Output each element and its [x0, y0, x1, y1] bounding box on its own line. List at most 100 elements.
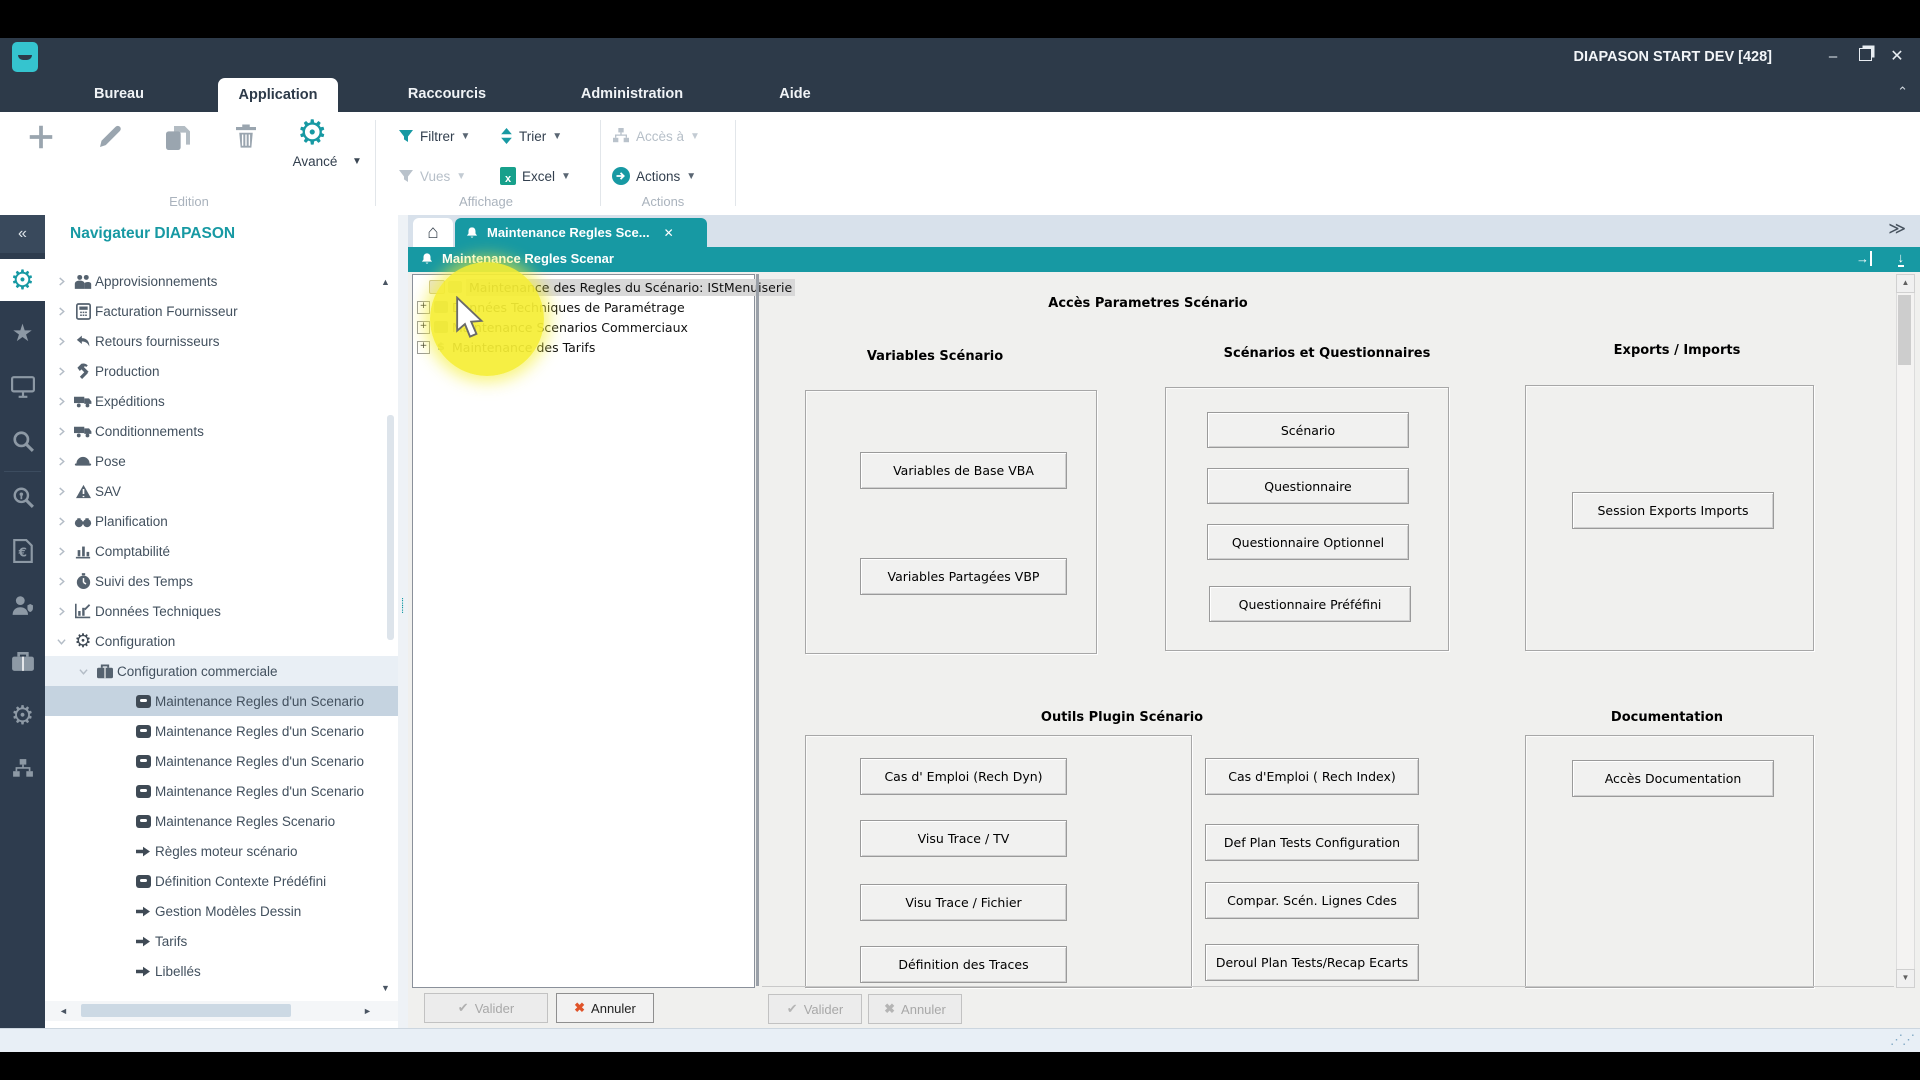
btn-variables-partagees-vbp[interactable]: Variables Partagées VBP — [860, 558, 1067, 595]
nav-item-retours[interactable]: Retours fournisseurs — [45, 326, 398, 356]
rail-briefcase-icon[interactable] — [0, 641, 45, 681]
copy-button[interactable] — [162, 122, 194, 154]
btn-deroul-plan-tests-recap-ecarts[interactable]: Deroul Plan Tests/Recap Ecarts — [1205, 944, 1419, 981]
nav-vertical-scrollbar-thumb[interactable] — [387, 415, 394, 640]
advanced-gear-icon[interactable]: ⚙ — [297, 116, 327, 150]
tab-close-icon[interactable]: ✕ — [664, 226, 674, 240]
scrollbar-thumb[interactable] — [1898, 295, 1911, 365]
rail-favorites-star-icon[interactable]: ★ — [0, 313, 45, 353]
close-button[interactable]: ✕ — [1884, 44, 1910, 70]
nav-item-maintenance-regles-1-selected[interactable]: Maintenance Regles d'un Scenario — [45, 686, 398, 716]
sort-button[interactable]: Trier▼ — [500, 124, 562, 148]
nav-item-planification[interactable]: Planification — [45, 506, 398, 536]
scroll-down-icon[interactable]: ▼ — [1896, 969, 1915, 988]
nav-item-suivi-temps[interactable]: Suivi des Temps — [45, 566, 398, 596]
filter-button[interactable]: Filtrer▼ — [398, 124, 470, 148]
menu-raccourcis[interactable]: Raccourcis — [397, 76, 497, 112]
resize-grip[interactable]: ⋰⋰ — [1890, 1032, 1914, 1048]
menu-bureau[interactable]: Bureau — [69, 76, 169, 112]
active-document-tab[interactable]: Maintenance Regles Sce... ✕ — [455, 218, 707, 247]
expand-icon[interactable]: + — [417, 321, 430, 334]
splitter-handle[interactable]: ⁞⁞ — [401, 600, 404, 614]
nav-item-expeditions[interactable]: Expéditions — [45, 386, 398, 416]
btn-compar-scen-lignes-cdes[interactable]: Compar. Scén. Lignes Cdes — [1205, 882, 1419, 919]
nav-horizontal-scrollbar[interactable]: ◄ ► — [45, 1001, 398, 1021]
btn-variables-base-vba[interactable]: Variables de Base VBA — [860, 452, 1067, 489]
tree-cancel-button[interactable]: ✖ Annuler — [556, 993, 654, 1023]
nav-item-donnees-techniques[interactable]: Données Techniques — [45, 596, 398, 626]
nav-item-comptabilite[interactable]: Comptabilité — [45, 536, 398, 566]
restore-button[interactable] — [1852, 44, 1878, 70]
rail-orgchart-icon[interactable] — [0, 749, 45, 789]
pin-right-icon[interactable]: → — [1856, 251, 1872, 266]
panel-splitter[interactable]: ⁞⁞ — [398, 215, 408, 1028]
tree-validate-button[interactable]: ✔ Valider — [424, 993, 548, 1023]
rail-search-icon[interactable] — [0, 421, 45, 461]
menu-administration[interactable]: Administration — [572, 76, 692, 112]
nav-item-production[interactable]: Production — [45, 356, 398, 386]
delete-button[interactable] — [231, 122, 261, 152]
dialog-validate-button[interactable]: ✔ Valider — [768, 994, 862, 1024]
btn-questionnaire[interactable]: Questionnaire — [1207, 468, 1409, 504]
nav-item-tarifs[interactable]: Tarifs — [45, 926, 398, 956]
nav-item-approvisionnements[interactable]: Approvisionnements — [45, 266, 398, 296]
btn-session-exports-imports[interactable]: Session Exports Imports — [1572, 492, 1774, 529]
collapse-ribbon-icon[interactable]: ⌃ — [1897, 84, 1908, 100]
dock-down-icon[interactable]: ↓ — [1898, 250, 1905, 267]
collapse-nav-icon[interactable]: « — [0, 215, 45, 253]
home-tab[interactable]: ⌂ — [413, 218, 453, 247]
views-button[interactable]: Vues▼ — [398, 164, 466, 188]
btn-cas-emploi-rech-dyn[interactable]: Cas d' Emploi (Rech Dyn) — [860, 758, 1067, 795]
nav-item-maintenance-regles-3[interactable]: Maintenance Regles d'un Scenario — [45, 746, 398, 776]
nav-item-configuration[interactable]: ⚙Configuration — [45, 626, 398, 656]
nav-item-maintenance-regles-scenario[interactable]: Maintenance Regles Scenario — [45, 806, 398, 836]
advanced-label[interactable]: Avancé — [277, 154, 353, 169]
nav-horizontal-scrollbar-thumb[interactable] — [81, 1004, 291, 1017]
rail-search-pin-icon[interactable] — [0, 477, 45, 517]
menu-application-active[interactable]: Application — [218, 78, 338, 112]
nav-item-gestion-modeles[interactable]: Gestion Modèles Dessin — [45, 896, 398, 926]
btn-definition-des-traces[interactable]: Définition des Traces — [860, 946, 1067, 983]
rail-invoice-euro-icon[interactable] — [0, 531, 45, 571]
content-splitter[interactable] — [756, 274, 759, 986]
nav-item-pose[interactable]: Pose — [45, 446, 398, 476]
nav-item-definition-contexte[interactable]: Définition Contexte Prédéfini — [45, 866, 398, 896]
tab-overflow-icon[interactable]: ≫ — [1888, 219, 1906, 239]
excel-button[interactable]: x Excel▼ — [500, 164, 571, 188]
nav-scroll-up-icon[interactable]: ▲ — [381, 277, 390, 287]
expand-icon[interactable]: + — [417, 341, 430, 354]
menu-aide[interactable]: Aide — [765, 76, 825, 112]
expand-icon[interactable]: + — [417, 301, 430, 314]
scroll-up-icon[interactable]: ▲ — [1896, 274, 1915, 293]
dialog-scrollbar[interactable]: ▲ ▼ — [1896, 274, 1915, 988]
btn-acces-documentation[interactable]: Accès Documentation — [1572, 760, 1774, 797]
rail-user-shield-icon[interactable] — [0, 585, 45, 625]
nav-item-sav[interactable]: SAV — [45, 476, 398, 506]
btn-questionnaire-predefini[interactable]: Questionnaire Préféfini — [1209, 586, 1411, 622]
btn-visu-trace-fichier[interactable]: Visu Trace / Fichier — [860, 884, 1067, 921]
nav-item-configuration-commerciale[interactable]: Configuration commerciale — [45, 656, 398, 686]
dialog-cancel-button[interactable]: ✖ Annuler — [868, 994, 962, 1024]
edit-button[interactable] — [95, 122, 125, 152]
access-button[interactable]: Accès à▼ — [612, 124, 700, 148]
btn-questionnaire-optionnel[interactable]: Questionnaire Optionnel — [1207, 524, 1409, 560]
nav-scroll-right-icon[interactable]: ► — [363, 1006, 372, 1016]
rail-gear-icon[interactable]: ⚙ — [0, 695, 45, 735]
nav-scroll-down-icon[interactable]: ▼ — [381, 983, 390, 993]
nav-item-conditionnements[interactable]: Conditionnements — [45, 416, 398, 446]
nav-item-maintenance-regles-2[interactable]: Maintenance Regles d'un Scenario — [45, 716, 398, 746]
btn-def-plan-tests-configuration[interactable]: Def Plan Tests Configuration — [1205, 824, 1419, 861]
nav-item-libelles[interactable]: Libellés — [45, 956, 398, 983]
nav-item-facturation[interactable]: Facturation Fournisseur — [45, 296, 398, 326]
nav-item-maintenance-regles-4[interactable]: Maintenance Regles d'un Scenario — [45, 776, 398, 806]
btn-cas-emploi-rech-index[interactable]: Cas d'Emploi ( Rech Index) — [1205, 758, 1419, 795]
btn-scenario[interactable]: Scénario — [1207, 412, 1409, 448]
minimize-button[interactable]: – — [1820, 44, 1846, 70]
add-button[interactable] — [26, 122, 56, 152]
nav-scroll-left-icon[interactable]: ◄ — [59, 1006, 68, 1016]
btn-visu-trace-tv[interactable]: Visu Trace / TV — [860, 820, 1067, 857]
rail-monitor-icon[interactable] — [0, 367, 45, 407]
actions-button[interactable]: Actions▼ — [612, 164, 696, 188]
rail-item-config-active[interactable]: ⚙ — [0, 259, 45, 301]
advanced-caret-icon[interactable]: ▼ — [352, 156, 362, 167]
